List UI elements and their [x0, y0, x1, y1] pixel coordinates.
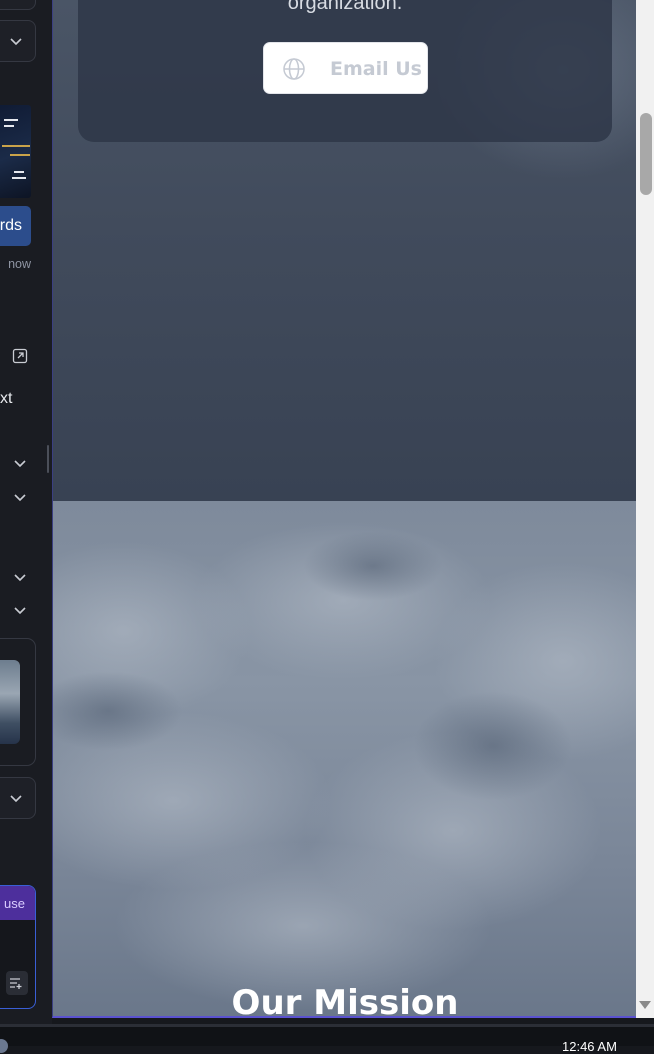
scrollbar-thumb[interactable] — [640, 113, 652, 195]
globe-icon — [283, 58, 305, 80]
chevron-down-icon[interactable] — [13, 603, 27, 617]
chevron-down-icon — [9, 34, 23, 48]
boards-button[interactable]: rds — [0, 206, 31, 246]
agent-status-card: use — [0, 885, 36, 1009]
contact-section: organization. Email Us — [53, 0, 636, 501]
contact-card-text: organization. — [287, 0, 403, 14]
chevron-down-icon[interactable] — [13, 456, 27, 470]
board-thumbnail[interactable] — [0, 105, 31, 198]
sidebar-dropdown-1[interactable] — [0, 20, 36, 62]
scroll-down-arrow-icon[interactable] — [639, 1001, 651, 1009]
open-external-icon[interactable] — [12, 348, 28, 364]
page-preview-viewport: organization. Email Us Our Mission — [52, 0, 636, 1018]
filter-list-button[interactable] — [6, 971, 28, 995]
email-us-label: Email Us — [330, 58, 422, 80]
filter-list-icon — [10, 978, 22, 989]
taskbar-clock[interactable]: 12:46 AM — [562, 1039, 617, 1054]
sidebar-dropdown-2[interactable] — [0, 777, 36, 819]
chevron-down-icon[interactable] — [13, 570, 27, 584]
os-taskbar: 12:46 AM — [0, 1024, 654, 1054]
sidebar-section-label: xt — [0, 390, 13, 407]
page-preview-thumbnail[interactable] — [0, 660, 20, 744]
page-scrollbar[interactable] — [636, 0, 654, 1018]
taskbar-app-icon[interactable] — [0, 1039, 8, 1053]
email-us-button[interactable]: Email Us — [263, 42, 428, 94]
sidebar-resize-handle[interactable] — [47, 445, 49, 473]
mission-hero-background — [53, 501, 636, 1016]
sidebar-panel-top — [0, 0, 36, 10]
updated-time-label: now — [8, 257, 31, 271]
pause-button[interactable]: use — [0, 886, 35, 920]
editor-sidebar: rds now xt use — [0, 0, 52, 1024]
chevron-down-icon[interactable] — [13, 490, 27, 504]
mission-heading: Our Mission — [231, 983, 459, 1018]
chevron-down-icon — [9, 791, 23, 805]
